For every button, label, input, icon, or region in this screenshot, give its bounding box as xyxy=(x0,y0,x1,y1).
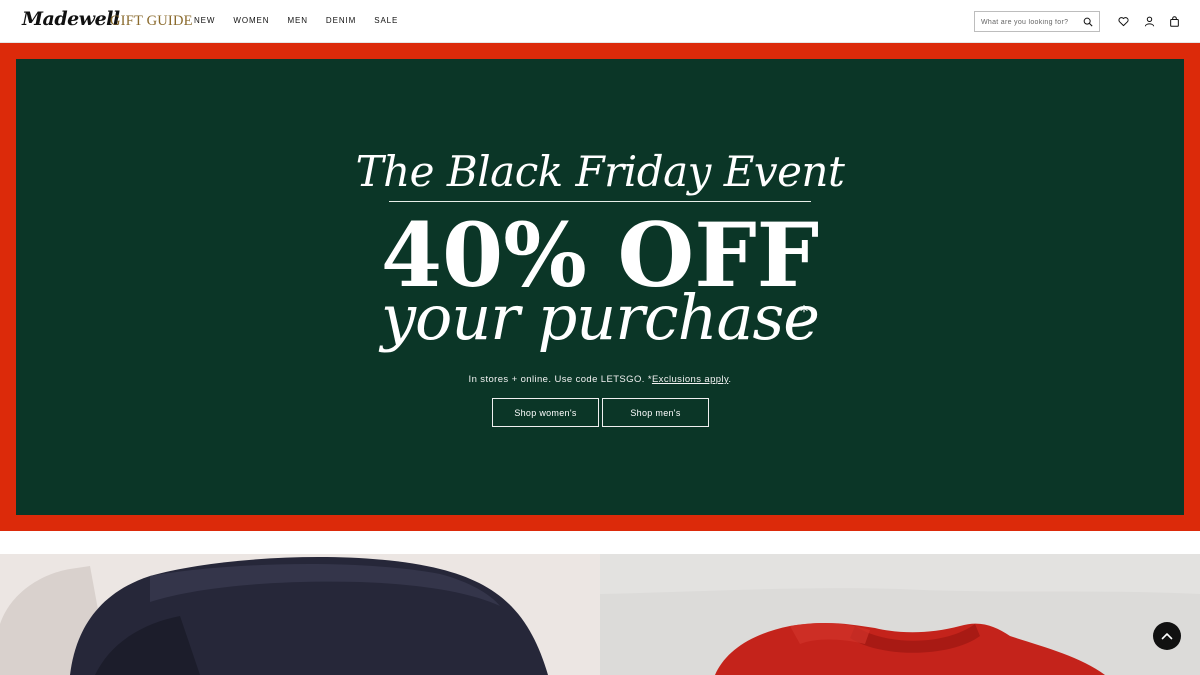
exclusions-link[interactable]: Exclusions apply xyxy=(652,374,728,385)
search-icon[interactable] xyxy=(1083,17,1093,27)
promo-divider xyxy=(389,201,811,202)
promo-note-end: . xyxy=(728,374,732,385)
account-icon[interactable] xyxy=(1144,16,1155,27)
hat-illustration xyxy=(0,554,600,675)
main-nav: NEW WOMEN MEN DENIM SALE xyxy=(194,16,416,25)
gift-guide-link[interactable]: GIFT GUIDE xyxy=(110,13,193,30)
sweater-illustration xyxy=(600,554,1200,675)
product-image-sweater[interactable] xyxy=(600,554,1200,675)
promo-asterisk: * xyxy=(800,302,808,321)
nav-item-new[interactable]: NEW xyxy=(194,16,215,25)
back-to-top-button[interactable] xyxy=(1153,622,1181,650)
site-header: Madewell GIFT GUIDE NEW WOMEN MEN DENIM … xyxy=(0,0,1200,43)
promo-subheadline: your purchase xyxy=(380,281,820,354)
nav-item-women[interactable]: WOMEN xyxy=(233,16,269,25)
promo-banner: The Black Friday Event 40% OFF your purc… xyxy=(16,59,1184,515)
nav-item-denim[interactable]: DENIM xyxy=(326,16,356,25)
promo-note: In stores + online. Use code LETSGO. *Ex… xyxy=(16,374,1184,385)
bag-icon[interactable] xyxy=(1169,16,1180,27)
shop-men-button[interactable]: Shop men's xyxy=(602,398,709,427)
nav-item-sale[interactable]: SALE xyxy=(374,16,398,25)
shop-women-button[interactable]: Shop women's xyxy=(492,398,599,427)
chevron-up-icon xyxy=(1161,633,1173,640)
logo[interactable]: Madewell xyxy=(22,8,120,30)
search-input[interactable] xyxy=(981,16,1081,28)
heart-icon[interactable] xyxy=(1118,16,1129,27)
promo-note-text: In stores + online. Use code LETSGO. * xyxy=(468,374,652,385)
product-image-hat[interactable] xyxy=(0,554,600,675)
search-box xyxy=(974,11,1100,32)
promo-title: The Black Friday Event xyxy=(355,147,845,196)
nav-item-men[interactable]: MEN xyxy=(287,16,307,25)
promo-frame: The Black Friday Event 40% OFF your purc… xyxy=(0,43,1200,531)
